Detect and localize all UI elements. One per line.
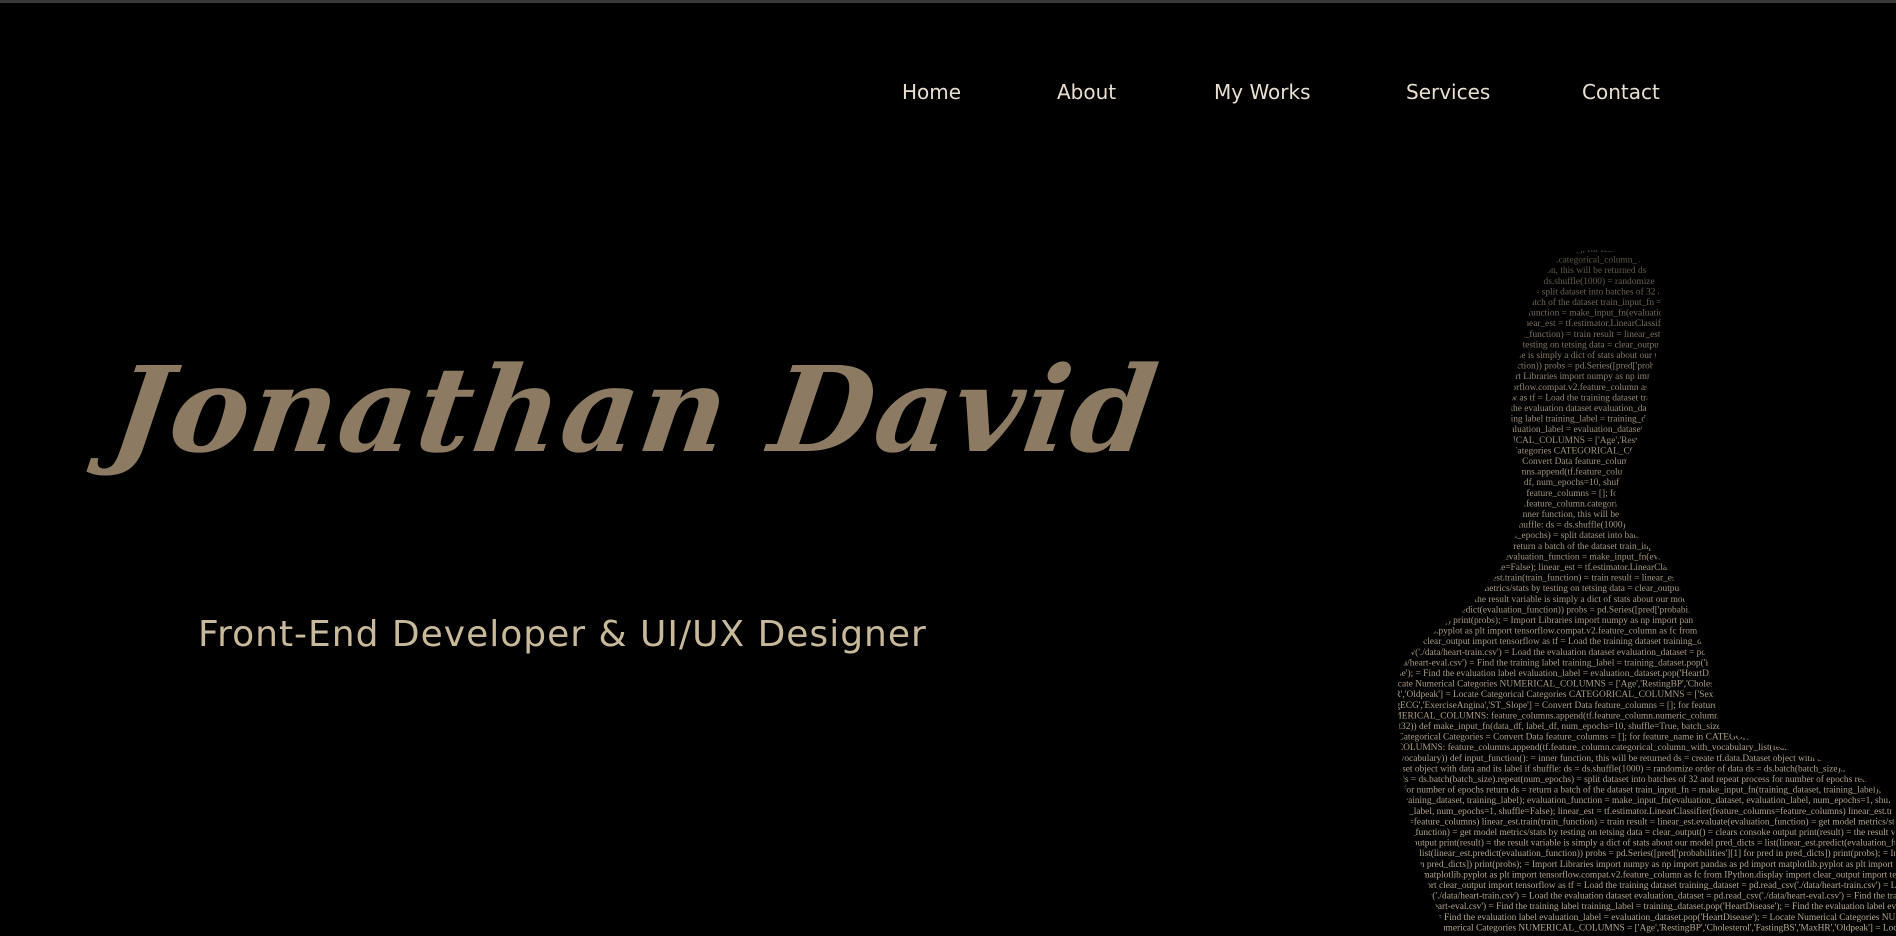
nav-link-my-works[interactable]: My Works — [1214, 80, 1311, 104]
main-navigation: Home About My Works Services Contact — [0, 80, 1896, 110]
window-top-border — [0, 0, 1896, 3]
nav-link-home[interactable]: Home — [902, 80, 961, 104]
nav-link-services[interactable]: Services — [1406, 80, 1490, 104]
code-silhouette-portrait: = Locate Categorical Categories = Conver… — [1320, 240, 1896, 936]
hero-name-signature: Jonathan David — [104, 340, 1167, 479]
nav-link-about[interactable]: About — [1057, 80, 1116, 104]
hero-role-subtitle: Front-End Developer & UI/UX Designer — [198, 614, 927, 655]
nav-link-contact[interactable]: Contact — [1582, 80, 1660, 104]
